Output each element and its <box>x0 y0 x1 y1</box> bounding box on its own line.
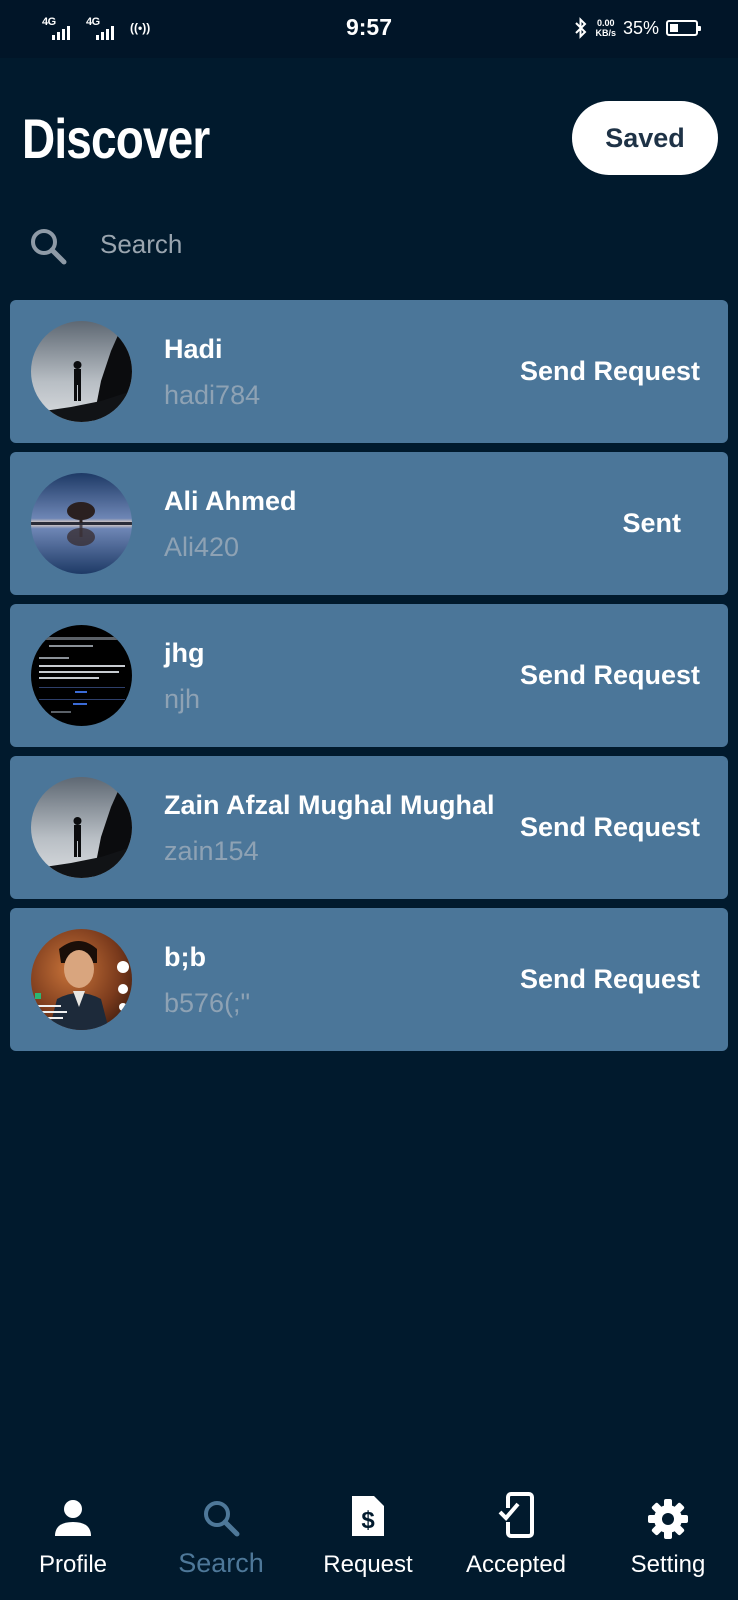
user-card[interactable]: Ali Ahmed Ali420 Sent <box>10 452 728 595</box>
user-list: Hadi hadi784 Send Request Ali Ahmed Ali4… <box>10 300 728 1060</box>
svg-text:$: $ <box>361 1507 375 1534</box>
nav-item-profile[interactable]: Profile <box>18 1470 128 1600</box>
avatar[interactable] <box>31 321 132 422</box>
user-name: b;b <box>164 942 206 972</box>
speed-value: 0.00 <box>596 18 615 28</box>
user-card[interactable]: jhg njh Send Request <box>10 604 728 747</box>
nav-item-search[interactable]: Search <box>165 1470 277 1600</box>
phone-check-icon <box>498 1492 534 1538</box>
battery-percent: 35% <box>622 17 659 38</box>
battery-fill <box>670 24 678 32</box>
user-card[interactable]: Hadi hadi784 Send Request <box>10 300 728 443</box>
search-icon[interactable] <box>28 226 68 266</box>
send-request-button[interactable]: Send Request <box>520 660 700 691</box>
dollar-document-icon: $ <box>352 1496 384 1536</box>
nav-label-search: Search <box>178 1548 264 1578</box>
user-name: Hadi <box>164 334 223 364</box>
bluetooth-icon <box>575 17 587 39</box>
network-speed: 0.00 KB/s <box>595 18 616 38</box>
speed-unit: KB/s <box>595 28 616 38</box>
avatar[interactable] <box>31 777 132 878</box>
avatar[interactable] <box>31 625 132 726</box>
nav-item-accepted[interactable]: Accepted <box>460 1470 572 1600</box>
user-username: b576(;" <box>164 988 251 1018</box>
send-request-button[interactable]: Send Request <box>520 812 700 843</box>
user-name: jhg <box>164 638 205 668</box>
page-title: Discover <box>22 107 210 170</box>
nav-item-request[interactable]: $ Request <box>318 1470 418 1600</box>
battery-icon <box>666 20 701 36</box>
nav-label-profile: Profile <box>38 1551 108 1578</box>
nav-item-setting[interactable]: Setting <box>618 1470 718 1600</box>
nav-label-setting: Setting <box>630 1551 706 1578</box>
discover-screen: 4G 4G ((•)) 9:57 0.00 KB/s 35% Discover … <box>0 0 738 1600</box>
saved-button[interactable]: Saved <box>572 101 718 175</box>
user-username: njh <box>164 684 201 714</box>
sent-status[interactable]: Sent <box>622 508 681 539</box>
user-name: Zain Afzal Mughal Mughal <box>164 790 495 820</box>
status-bar: 4G 4G ((•)) 9:57 0.00 KB/s 35% <box>0 0 738 58</box>
bottom-navigation: Profile Search $ Request Accepted Settin… <box>0 1470 738 1600</box>
user-card[interactable]: Zain Afzal Mughal Mughal zain154 Send Re… <box>10 756 728 899</box>
avatar[interactable] <box>31 929 132 1030</box>
user-username: hadi784 <box>164 380 261 410</box>
gear-icon <box>648 1499 688 1539</box>
user-username: zain154 <box>164 836 259 866</box>
status-right: 0.00 KB/s 35% <box>574 17 701 39</box>
user-name: Ali Ahmed <box>164 486 297 516</box>
nav-label-request: Request <box>323 1551 413 1578</box>
search-icon <box>204 1501 240 1537</box>
search-input[interactable] <box>98 218 702 270</box>
send-request-button[interactable]: Send Request <box>520 356 700 387</box>
user-card[interactable]: b;b b576(;" Send Request <box>10 908 728 1051</box>
nav-label-accepted: Accepted <box>465 1551 567 1578</box>
send-request-button[interactable]: Send Request <box>520 964 700 995</box>
person-icon <box>55 1500 91 1536</box>
search-bar <box>28 218 708 270</box>
user-username: Ali420 <box>164 532 240 562</box>
avatar[interactable] <box>31 473 132 574</box>
